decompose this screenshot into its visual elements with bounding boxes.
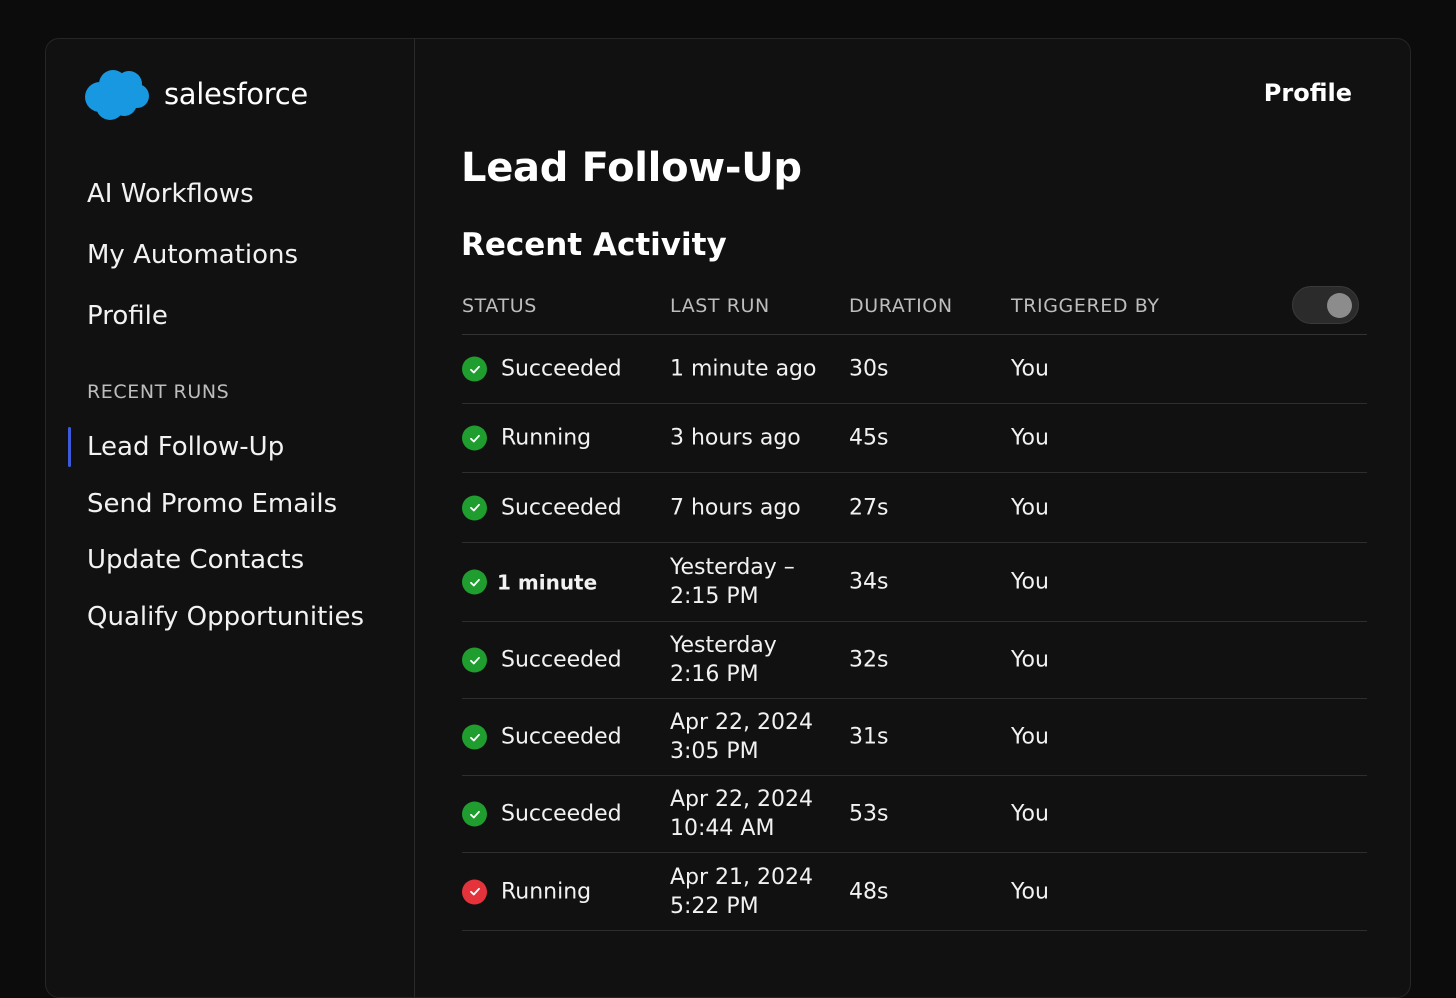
duration-cell: 45s	[849, 425, 889, 451]
recent-runs-list: Lead Follow-Up Send Promo Emails Update …	[46, 423, 415, 649]
table-header: STATUS LAST RUN DURATION TRIGGERED BY	[462, 282, 1367, 335]
last-run-text: 2:15 PM	[670, 584, 759, 609]
status-text: Succeeded	[501, 724, 622, 750]
status-cell: Succeeded	[462, 724, 622, 750]
table-row[interactable]: Succeeded 7 hours ago 27s You	[462, 473, 1367, 543]
column-header-duration[interactable]: DURATION	[849, 295, 953, 317]
duration-cell: 34s	[849, 569, 889, 595]
recent-run-send-promo-emails[interactable]: Send Promo Emails	[46, 480, 415, 537]
status-text: Succeeded	[501, 801, 622, 827]
toggle-knob	[1327, 293, 1352, 318]
last-run-cell: 7 hours ago	[670, 493, 801, 522]
check-circle-icon	[462, 724, 487, 750]
activity-toggle[interactable]	[1292, 286, 1359, 324]
column-header-status[interactable]: STATUS	[462, 295, 537, 317]
check-circle-icon	[462, 569, 487, 595]
last-run-cell: Apr 22, 2024 10:44 AM	[670, 785, 813, 843]
check-circle-icon	[462, 647, 487, 673]
duration-cell: 48s	[849, 879, 889, 904]
app-window: salesforce AI Workflows My Automations P…	[45, 38, 1411, 998]
status-text: Succeeded	[501, 356, 622, 382]
nav-item-ai-workflows[interactable]: AI Workflows	[87, 171, 298, 232]
recent-activity-heading: Recent Activity	[461, 227, 727, 263]
status-text: Running	[501, 425, 592, 451]
recent-run-qualify-opportunities[interactable]: Qualify Opportunities	[46, 593, 415, 650]
brand-name: salesforce	[164, 77, 308, 111]
last-run-text: Apr 22, 2024	[670, 710, 814, 735]
table-body: Succeeded 1 minute ago 30s You Running 3 hour…	[462, 335, 1367, 931]
triggered-by-cell: You	[1011, 356, 1049, 382]
recent-run-update-contacts[interactable]: Update Contacts	[46, 536, 415, 593]
status-cell: Succeeded	[462, 801, 622, 827]
salesforce-logo[interactable]: salesforce	[82, 65, 308, 123]
duration-cell: 32s	[849, 647, 889, 673]
last-run-text: 5:22 PM	[670, 893, 759, 919]
triggered-by-cell: You	[1011, 495, 1049, 520]
check-circle-icon	[462, 801, 487, 827]
status-cell: Succeeded	[462, 495, 622, 520]
main-nav: AI Workflows My Automations Profile	[87, 171, 298, 354]
page-title: Lead Follow-Up	[461, 145, 802, 191]
table-row[interactable]: 1 minute Yesterday – 2:15 PM 34s You	[462, 543, 1367, 622]
triggered-by-cell: You	[1011, 801, 1049, 827]
last-run-text: 7 hours ago	[670, 495, 801, 520]
table-row[interactable]: Succeeded Apr 22, 2024 10:44 AM 53s You	[462, 776, 1367, 853]
last-run-text: Apr 22, 2024	[670, 787, 814, 812]
last-run-text: 2:16 PM	[670, 662, 759, 687]
duration-cell: 53s	[849, 801, 889, 827]
column-header-triggered-by[interactable]: TRIGGERED BY	[1011, 295, 1160, 317]
duration-cell: 27s	[849, 495, 889, 520]
triggered-by-cell: You	[1011, 569, 1049, 595]
check-circle-icon	[462, 495, 487, 520]
status-cell: 1 minute	[462, 569, 598, 595]
last-run-text: 1 minute ago	[670, 356, 817, 382]
salesforce-cloud-icon	[85, 70, 149, 120]
status-cell: Running	[462, 425, 592, 451]
profile-link[interactable]: Profile	[1264, 79, 1352, 107]
triggered-by-cell: You	[1011, 647, 1049, 673]
duration-cell: 31s	[849, 724, 889, 750]
table-row[interactable]: Succeeded 1 minute ago 30s You	[462, 335, 1367, 404]
status-text: Running	[501, 879, 592, 904]
last-run-cell: Apr 22, 2024 3:05 PM	[670, 708, 813, 766]
table-row[interactable]: Running 3 hours ago 45s You	[462, 404, 1367, 473]
last-run-text: Yesterday –	[670, 555, 795, 580]
last-run-text: Apr 21, 2024	[670, 864, 814, 890]
table-row[interactable]: Succeeded Apr 22, 2024 3:05 PM 31s You	[462, 699, 1367, 776]
last-run-cell: 1 minute ago	[670, 355, 816, 384]
column-header-last-run[interactable]: LAST RUN	[670, 295, 770, 317]
table-row[interactable]: Succeeded Yesterday 2:16 PM 32s You	[462, 622, 1367, 699]
last-run-cell: Apr 21, 2024 5:22 PM	[670, 863, 813, 921]
last-run-text: 10:44 AM	[670, 816, 775, 841]
status-cell: Running	[462, 879, 591, 904]
check-circle-icon	[462, 356, 487, 382]
status-text: 1 minute	[497, 570, 598, 594]
recent-activity-table: STATUS LAST RUN DURATION TRIGGERED BY Su…	[462, 282, 1367, 931]
status-cell: Succeeded	[462, 647, 622, 673]
table-row[interactable]: Running Apr 21, 2024 5:22 PM 48s You	[462, 853, 1367, 931]
main-content: Profile Lead Follow-Up Recent Activity S…	[416, 39, 1410, 997]
check-circle-icon	[462, 425, 487, 451]
duration-cell: 30s	[849, 356, 889, 382]
last-run-cell: 3 hours ago	[670, 424, 801, 453]
last-run-cell: Yesterday 2:16 PM	[670, 631, 777, 689]
triggered-by-cell: You	[1011, 724, 1049, 750]
last-run-text: 3 hours ago	[670, 425, 801, 451]
last-run-cell: Yesterday – 2:15 PM	[670, 553, 795, 611]
triggered-by-cell: You	[1011, 425, 1049, 451]
nav-item-my-automations[interactable]: My Automations	[87, 232, 298, 293]
nav-item-profile[interactable]: Profile	[87, 293, 298, 354]
status-text: Succeeded	[501, 647, 622, 673]
triggered-by-cell: You	[1011, 879, 1049, 904]
recent-runs-heading: RECENT RUNS	[87, 381, 230, 403]
last-run-text: 3:05 PM	[670, 739, 759, 764]
recent-run-lead-follow-up[interactable]: Lead Follow-Up	[46, 423, 415, 480]
status-text: Succeeded	[501, 495, 622, 520]
status-cell: Succeeded	[462, 356, 622, 382]
check-circle-icon	[462, 879, 487, 904]
last-run-text: Yesterday	[670, 633, 777, 658]
sidebar: salesforce AI Workflows My Automations P…	[46, 39, 415, 997]
